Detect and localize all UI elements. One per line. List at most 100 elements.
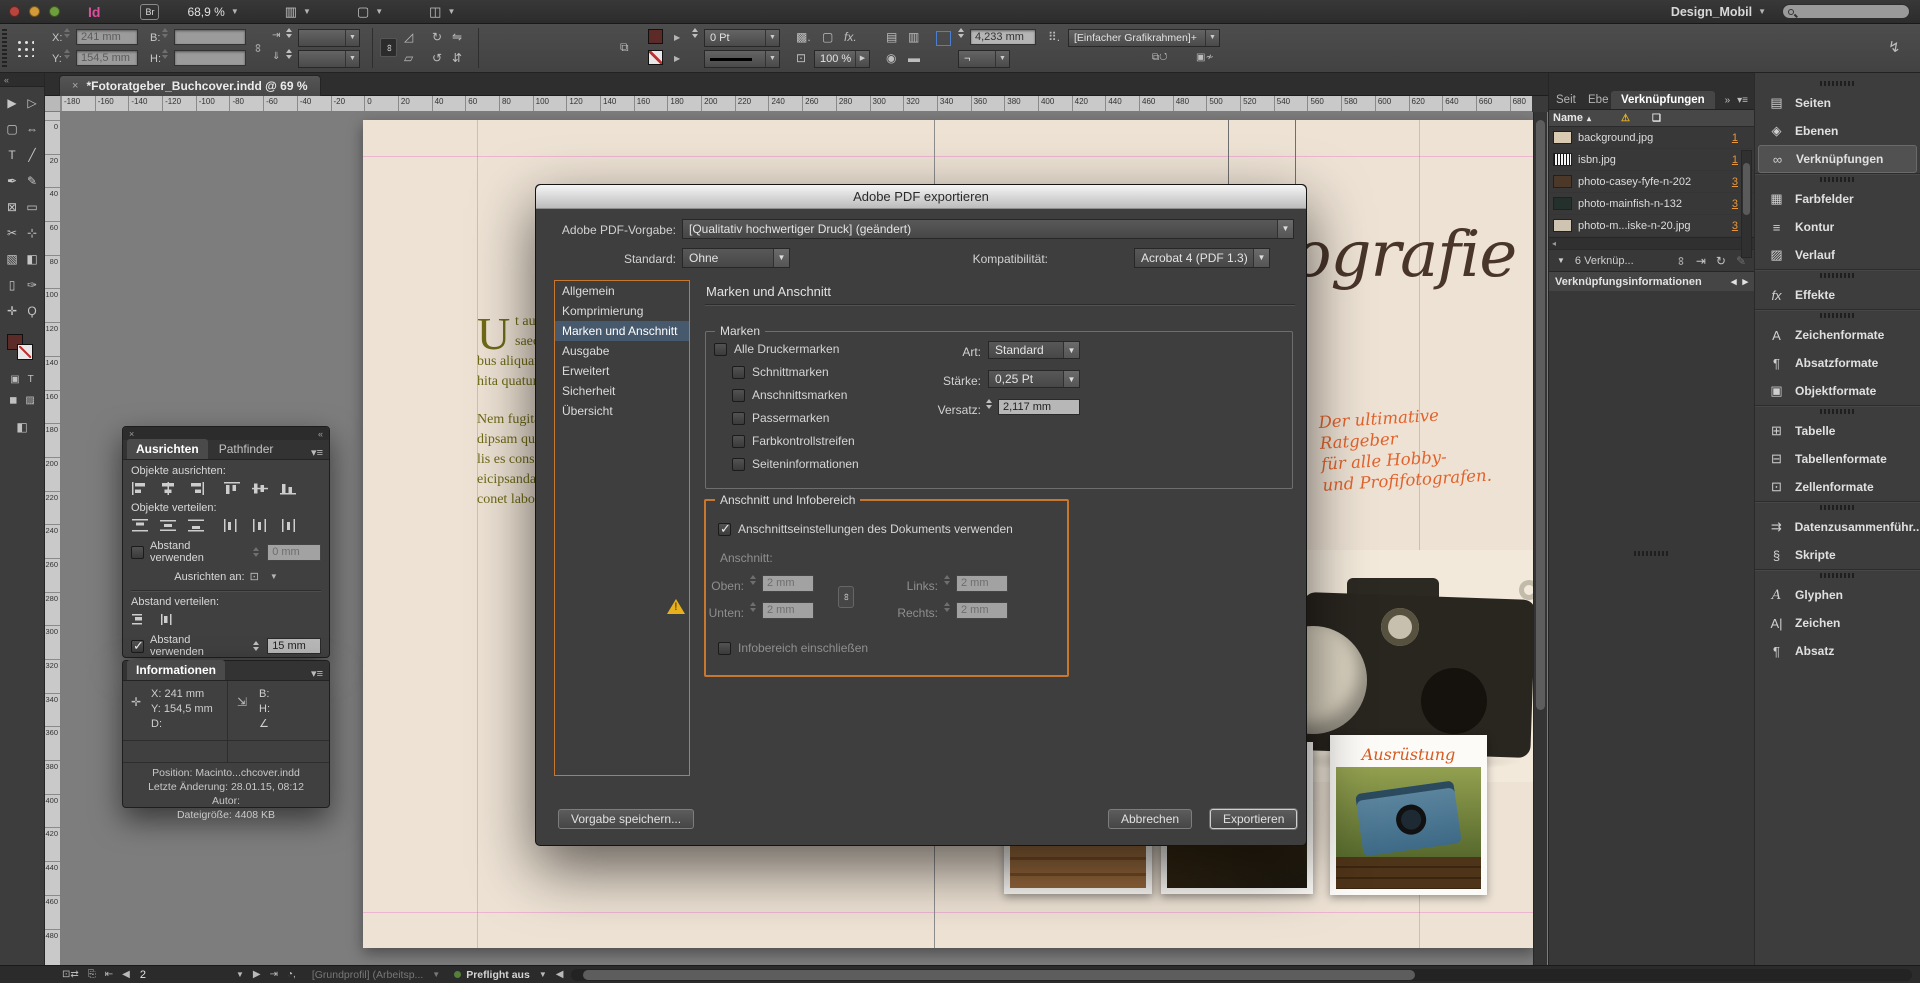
dock-grip[interactable]: [1634, 551, 1670, 556]
workspace-switcher[interactable]: Design_Mobil: [1671, 5, 1752, 19]
section-erweitert[interactable]: Erweitert: [555, 361, 689, 381]
link-page[interactable]: 1: [1732, 154, 1738, 166]
page-number-field[interactable]: 2: [140, 969, 146, 981]
spacing2-field[interactable]: 15 mm: [267, 638, 321, 654]
tool-icon[interactable]: ▧: [2, 251, 22, 268]
first-page-icon[interactable]: ⇤: [105, 969, 113, 980]
link-page[interactable]: 3: [1732, 220, 1738, 232]
panel-menu-icon[interactable]: ▾≡: [1737, 95, 1748, 106]
passermarken-checkbox[interactable]: [732, 412, 745, 425]
chevron-icon[interactable]: ▶: [674, 33, 680, 42]
chevron-down-icon[interactable]: ▼: [1277, 220, 1293, 238]
scale-x-stepper[interactable]: [286, 28, 295, 38]
tool-icon[interactable]: ▯: [2, 277, 22, 294]
tool-icon[interactable]: ▷: [22, 95, 42, 112]
corner-options-icon[interactable]: [936, 31, 951, 46]
link-row[interactable]: background.jpg 1: [1549, 127, 1754, 149]
horizontal-scrollbar[interactable]: [571, 969, 1912, 981]
sort-arrow-icon[interactable]: ▴: [1587, 114, 1591, 123]
y-field[interactable]: 154,5 mm: [76, 50, 138, 66]
preflight-profile[interactable]: [Grundprofil] (Arbeitsp...: [312, 969, 423, 981]
panel-grip[interactable]: [2, 29, 7, 67]
distribute-left-icon[interactable]: [223, 518, 242, 533]
rechts-stepper[interactable]: [944, 602, 953, 612]
document-tab[interactable]: × *Fotoratgeber_Buchcover.indd @ 69 %: [59, 75, 321, 96]
use-spacing-checkbox[interactable]: [131, 546, 144, 559]
dock-grip[interactable]: [1820, 177, 1856, 182]
height-field[interactable]: [174, 50, 246, 66]
unten-stepper[interactable]: [750, 602, 759, 612]
spacing-field[interactable]: 0 mm: [267, 544, 321, 561]
dock-item-glyphen[interactable]: AGlyphen: [1755, 581, 1920, 609]
distribute-bottom-icon[interactable]: [187, 518, 206, 533]
section-komprimierung[interactable]: Komprimierung: [555, 301, 689, 321]
next-page-icon[interactable]: ▶: [253, 969, 261, 980]
cover-headline[interactable]: ografie: [1293, 218, 1516, 292]
x-stepper[interactable]: [64, 28, 73, 38]
dock-grip[interactable]: [1820, 273, 1856, 278]
window-zoom-dot[interactable]: [49, 6, 60, 17]
use-document-bleed-checkbox[interactable]: [718, 523, 731, 536]
close-icon[interactable]: ×: [129, 429, 134, 439]
preset-dropdown[interactable]: [Qualitativ hochwertiger Druck] (geänder…: [682, 219, 1294, 239]
dock-grip[interactable]: [1820, 81, 1856, 86]
object-style-dropdown[interactable]: [Einfacher Grafikrahmen]+▼: [1068, 29, 1220, 47]
tool-icon[interactable]: ✂: [2, 225, 22, 242]
chevron-down-icon[interactable]: ▼: [773, 249, 789, 267]
close-icon[interactable]: ×: [72, 80, 78, 92]
horizontal-ruler[interactable]: -180-160-140-120-100-80-60-40-2002040608…: [61, 96, 1532, 112]
section-ausgabe[interactable]: Ausgabe: [555, 341, 689, 361]
scrollbar-thumb[interactable]: [1536, 120, 1545, 710]
dock-item-datenzusammenfuehrung[interactable]: ⇉Datenzusammenführ...: [1755, 513, 1920, 541]
align-right-icon[interactable]: [187, 481, 206, 496]
link-toggle-button[interactable]: ∞: [380, 38, 397, 57]
bleed-chain-link-icon[interactable]: ∞: [838, 586, 854, 608]
versatz-stepper[interactable]: [986, 399, 995, 409]
dialog-title[interactable]: Adobe PDF exportieren: [536, 185, 1306, 209]
preflight-status[interactable]: Preflight aus: [466, 969, 530, 981]
tool-icon[interactable]: ╱: [22, 147, 42, 164]
standard-dropdown[interactable]: Ohne▼: [682, 248, 790, 268]
constrain-proportions-icon[interactable]: ∞: [251, 44, 265, 53]
staerke-dropdown[interactable]: 0,25 Pt▼: [988, 370, 1080, 388]
rechts-field[interactable]: 2 mm: [956, 602, 1008, 619]
dock-item-farbfelder[interactable]: ▦Farbfelder: [1755, 185, 1920, 213]
links-hscrollbar[interactable]: ◂▸: [1549, 237, 1754, 249]
spacing-stepper[interactable]: [253, 547, 262, 557]
name-column-header[interactable]: Name: [1553, 112, 1583, 124]
corner-radius-stepper[interactable]: [958, 28, 967, 38]
stroke-swatch[interactable]: [17, 344, 33, 360]
scale-y-dropdown[interactable]: ▼: [298, 50, 360, 68]
align-top-icon[interactable]: [223, 481, 242, 496]
opacity-dropdown[interactable]: 100 %▶: [814, 50, 870, 68]
width-stepper[interactable]: [162, 28, 171, 38]
link-page[interactable]: 3: [1732, 198, 1738, 210]
dock-item-kontur[interactable]: ≡Kontur: [1755, 213, 1920, 241]
stroke-weight-dropdown[interactable]: 0 Pt▼: [704, 29, 780, 47]
vertical-scrollbar[interactable]: [1533, 112, 1547, 965]
panel-menu-icon[interactable]: ▾≡: [311, 667, 325, 680]
oben-field[interactable]: 2 mm: [762, 575, 814, 592]
last-page-icon[interactable]: ⇥: [270, 969, 278, 980]
zoom-level-dropdown[interactable]: 68,9 %: [187, 5, 224, 19]
tool-icon[interactable]: ✎: [22, 173, 42, 190]
update-link-icon[interactable]: ↻: [1716, 254, 1726, 268]
page-grid-icon[interactable]: ⊡⇄: [62, 969, 79, 980]
rotate-cw-icon[interactable]: ↻: [432, 30, 442, 44]
effects-swatch-icon[interactable]: ▩.: [796, 30, 811, 44]
dock-item-zeichen[interactable]: A|Zeichen: [1755, 609, 1920, 637]
link-info-header[interactable]: Verknüpfungsinformationen: [1555, 276, 1702, 288]
stroke-weight-stepper[interactable]: [692, 28, 701, 38]
arrange-documents-dropdown[interactable]: ◫▼: [429, 4, 455, 20]
select-container-icon[interactable]: ⧉: [620, 40, 629, 55]
view-options-dropdown[interactable]: ▥▼: [285, 4, 311, 20]
seiteninformationen-checkbox[interactable]: [732, 458, 745, 471]
dock-item-absatzformate[interactable]: ¶Absatzformate: [1755, 349, 1920, 377]
tab-seiten[interactable]: Seit: [1549, 91, 1581, 109]
corner-radius-field[interactable]: 4,233 mm: [970, 29, 1036, 45]
tab-ebenen[interactable]: Ebe: [1581, 91, 1611, 109]
tool-icon[interactable]: ⊠: [2, 199, 22, 216]
scrollbar-thumb[interactable]: [583, 970, 1414, 980]
next-icon[interactable]: ▸: [1742, 275, 1748, 288]
link-row[interactable]: photo-m...iske-n-20.jpg 3: [1549, 215, 1754, 237]
